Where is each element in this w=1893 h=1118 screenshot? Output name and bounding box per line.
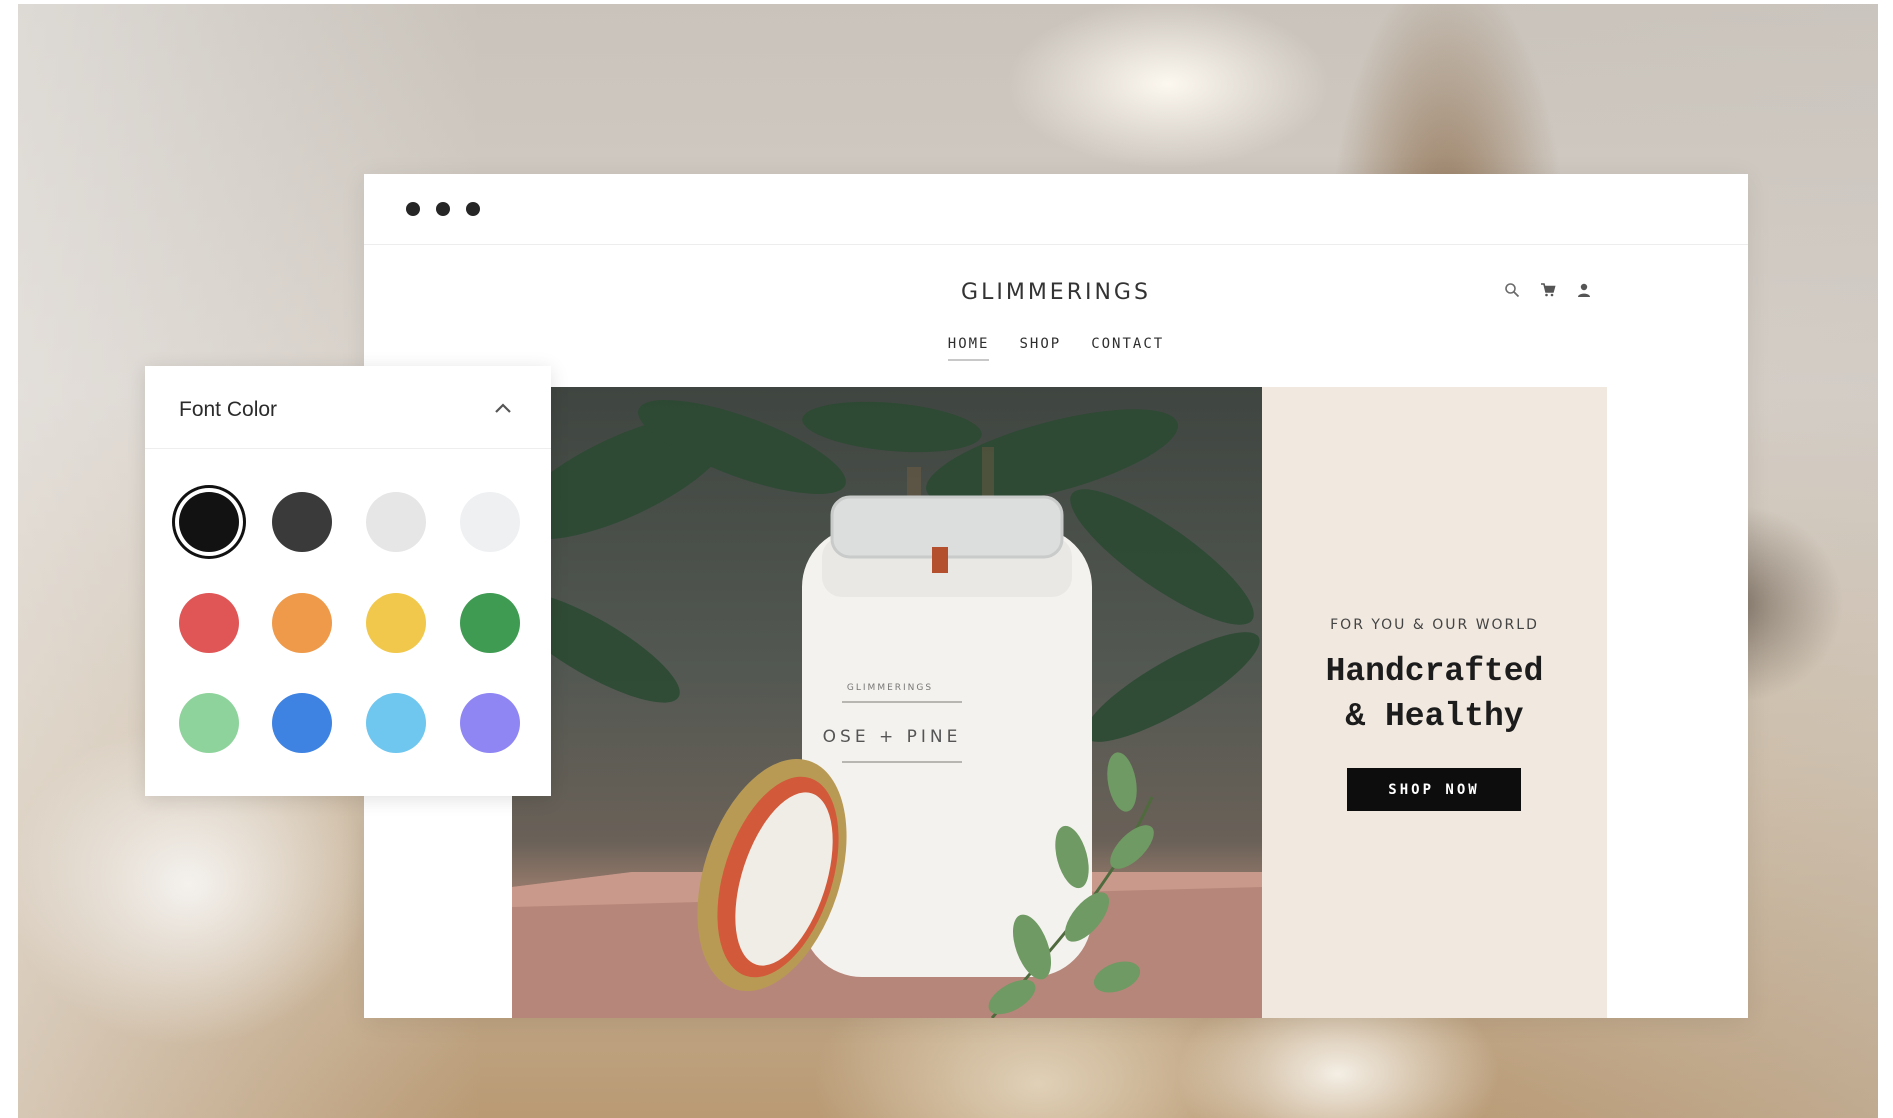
promo-kicker: FOR YOU & OUR WORLD xyxy=(1330,617,1539,633)
color-swatch[interactable] xyxy=(179,693,239,753)
color-swatch[interactable] xyxy=(366,693,426,753)
nav-item-home[interactable]: HOME xyxy=(947,336,990,361)
color-swatch[interactable] xyxy=(272,593,332,653)
user-icon[interactable] xyxy=(1576,282,1592,298)
browser-window: GLIMMERINGS HOME SHOP CONTACT GLIMMERING… xyxy=(364,174,1748,1018)
site-navigation: HOME SHOP CONTACT xyxy=(364,336,1748,361)
promo-heading: Handcrafted & Healthy xyxy=(1325,653,1544,735)
color-swatch[interactable] xyxy=(460,693,520,753)
chevron-up-icon xyxy=(495,403,511,413)
window-control-dot[interactable] xyxy=(406,202,420,216)
marketing-scene: GLIMMERINGS HOME SHOP CONTACT GLIMMERING… xyxy=(0,0,1893,1118)
nav-item-shop[interactable]: SHOP xyxy=(1019,336,1061,361)
color-swatch[interactable] xyxy=(179,492,239,552)
font-color-panel: Font Color xyxy=(145,366,551,796)
header-icons xyxy=(1504,282,1592,298)
search-icon[interactable] xyxy=(1504,282,1520,298)
shop-now-button[interactable]: SHOP NOW xyxy=(1347,768,1521,811)
color-swatch[interactable] xyxy=(272,492,332,552)
color-swatch[interactable] xyxy=(179,593,239,653)
color-swatch[interactable] xyxy=(460,492,520,552)
nav-item-contact[interactable]: CONTACT xyxy=(1091,336,1164,361)
color-swatch[interactable] xyxy=(272,693,332,753)
browser-title-bar xyxy=(364,174,1748,245)
font-color-panel-title: Font Color xyxy=(179,398,278,421)
jar-label-scent: OSE + PINE xyxy=(823,727,962,747)
window-control-dot[interactable] xyxy=(466,202,480,216)
window-control-dot[interactable] xyxy=(436,202,450,216)
color-swatch[interactable] xyxy=(366,492,426,552)
jar-label-brand: GLIMMERINGS xyxy=(847,683,933,693)
color-swatch[interactable] xyxy=(460,593,520,653)
font-color-panel-header[interactable]: Font Color xyxy=(145,366,551,449)
color-swatch[interactable] xyxy=(366,593,426,653)
cart-icon[interactable] xyxy=(1540,282,1556,298)
collapse-button[interactable] xyxy=(485,392,521,424)
hero-candle-photo: GLIMMERINGS OSE + PINE xyxy=(512,387,1262,1018)
promo-panel: FOR YOU & OUR WORLD Handcrafted & Health… xyxy=(1262,387,1607,1018)
